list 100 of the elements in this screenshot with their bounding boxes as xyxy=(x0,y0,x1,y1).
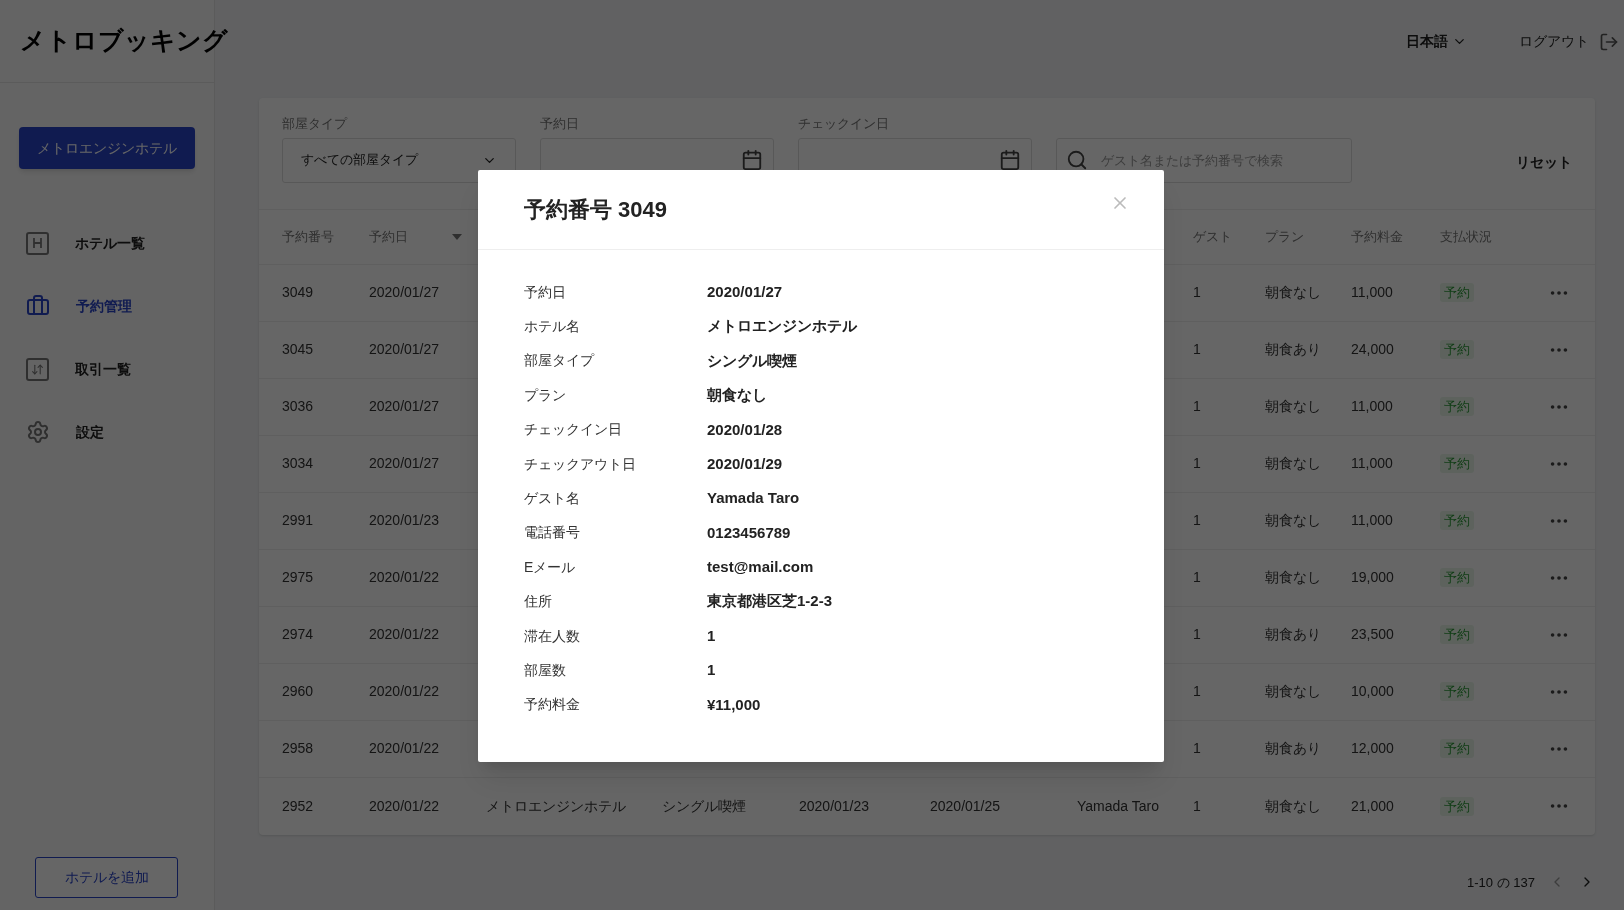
status-badge: 予約 xyxy=(1440,739,1474,758)
table-cell: 朝食なし xyxy=(1265,455,1321,471)
detail-label: 滞在人数 xyxy=(524,626,581,646)
table-cell: 12,000 xyxy=(1351,740,1394,756)
status-badge: 予約 xyxy=(1440,511,1474,530)
nav-item[interactable]: ホテル一覧 xyxy=(26,225,214,261)
table-cell: 朝食なし xyxy=(1265,797,1321,814)
hotel-selector-button[interactable]: メトロエンジンホテル xyxy=(19,127,195,169)
detail-value: 2020/01/27 xyxy=(707,281,783,302)
table-cell: 1 xyxy=(1193,683,1201,699)
detail-value: ¥11,000 xyxy=(707,694,761,715)
detail-value: 朝食なし xyxy=(707,385,767,406)
table-cell: 朝食あり xyxy=(1265,626,1321,642)
table-cell: 11,000 xyxy=(1351,512,1393,528)
table-cell: 11,000 xyxy=(1351,455,1393,471)
table-cell: 朝食なし xyxy=(1265,512,1321,528)
table-cell: 2020/01/27 xyxy=(369,284,440,300)
table-cell: 21,000 xyxy=(1351,797,1394,814)
table-cell: 24,000 xyxy=(1351,341,1394,357)
table-cell: メトロエンジンホテル xyxy=(486,797,626,814)
table-cell: 2974 xyxy=(282,626,314,642)
add-hotel-button[interactable]: ホテルを追加 xyxy=(35,857,178,898)
table-cell: 朝食なし xyxy=(1265,569,1321,585)
table-cell: 3049 xyxy=(282,284,314,300)
language-dropdown[interactable]: 日本語 xyxy=(1406,31,1467,52)
detail-value: 0123456789 xyxy=(707,522,791,543)
detail-value: 東京都港区芝1-2-3 xyxy=(707,591,833,612)
table-cell: 2020/01/22 xyxy=(369,569,440,585)
detail-label: プラン xyxy=(524,385,567,405)
table-cell: 1 xyxy=(1193,398,1201,414)
table-cell: 11,000 xyxy=(1351,284,1393,300)
detail-value: test@mail.com xyxy=(707,557,814,578)
table-cell: 朝食あり xyxy=(1265,341,1321,357)
table-cell: 19,000 xyxy=(1351,569,1394,585)
detail-label: ゲスト名 xyxy=(524,489,581,509)
detail-label: 予約料金 xyxy=(524,695,581,715)
status-badge: 予約 xyxy=(1440,568,1474,587)
table-cell: 2991 xyxy=(282,512,314,528)
table-cell: 朝食なし xyxy=(1265,284,1321,300)
detail-label: Eメール xyxy=(524,557,577,577)
dialog-title: 予約番号 3049 xyxy=(524,196,668,224)
calendar-icon[interactable] xyxy=(999,149,1021,171)
detail-value: 1 xyxy=(707,660,716,681)
table-cell: 2020/01/22 xyxy=(369,683,440,699)
hotel-icon xyxy=(26,231,49,255)
table-cell: 朝食なし xyxy=(1265,398,1321,414)
briefcase-icon xyxy=(26,294,50,318)
reset-button[interactable]: リセット xyxy=(1516,151,1572,173)
table-cell: 3045 xyxy=(282,341,314,357)
table-cell: 2960 xyxy=(282,683,314,699)
table-cell: 2020/01/25 xyxy=(930,797,1001,814)
status-badge: 予約 xyxy=(1440,796,1474,816)
table-cell: 3036 xyxy=(282,398,314,414)
logout-icon xyxy=(1599,31,1619,52)
table-cell: 1 xyxy=(1193,797,1201,814)
status-badge: 予約 xyxy=(1440,397,1474,416)
calendar-icon[interactable] xyxy=(741,149,763,171)
logo[interactable]: メトロブッキング xyxy=(20,22,228,60)
detail-value: 2020/01/29 xyxy=(707,453,783,474)
table-cell: 2020/01/22 xyxy=(369,740,440,756)
detail-label: 住所 xyxy=(524,592,553,612)
transfer-icon xyxy=(26,357,49,381)
table-cell: 11,000 xyxy=(1351,398,1393,414)
table-cell: 10,000 xyxy=(1351,683,1394,699)
nav-item[interactable]: 設定 xyxy=(26,414,214,450)
table-cell: 1 xyxy=(1193,512,1201,528)
settings-icon xyxy=(26,420,50,444)
nav-item[interactable]: 予約管理 xyxy=(26,288,214,324)
table-cell: シングル喫煙 xyxy=(662,797,746,814)
status-badge: 予約 xyxy=(1440,682,1474,701)
table-cell: 2020/01/27 xyxy=(369,341,440,357)
detail-label: 予約日 xyxy=(524,282,567,302)
status-badge: 予約 xyxy=(1440,454,1474,473)
search-icon xyxy=(1066,148,1088,171)
table-cell: 2020/01/27 xyxy=(369,398,440,414)
table-cell: 2958 xyxy=(282,740,314,756)
detail-label: 電話番号 xyxy=(524,523,581,543)
sort-caret-icon xyxy=(452,233,462,240)
detail-label: 部屋数 xyxy=(524,661,567,680)
table-cell: 2020/01/23 xyxy=(799,797,870,814)
status-badge: 予約 xyxy=(1440,283,1474,302)
table-cell: Yamada Taro xyxy=(1077,797,1159,814)
detail-value: シングル喫煙 xyxy=(707,350,797,371)
table-cell: 1 xyxy=(1193,455,1201,471)
nav-item[interactable]: 取引一覧 xyxy=(26,351,214,387)
detail-value: 2020/01/28 xyxy=(707,419,783,440)
table-cell: 1 xyxy=(1193,569,1201,585)
status-badge: 予約 xyxy=(1440,340,1474,359)
table-cell: 1 xyxy=(1193,626,1201,642)
logout-button[interactable]: ログアウト xyxy=(1519,31,1619,52)
table-cell: 2975 xyxy=(282,569,314,585)
table-cell: 23,500 xyxy=(1351,626,1394,642)
detail-label: チェックアウト日 xyxy=(524,454,637,474)
table-cell: 2020/01/22 xyxy=(369,797,440,814)
table-cell: 3034 xyxy=(282,455,314,471)
pagination-range: 1-10 の 137 xyxy=(1467,873,1535,892)
detail-label: 部屋タイプ xyxy=(524,351,596,371)
table-cell: 朝食あり xyxy=(1265,740,1321,756)
detail-value: 1 xyxy=(707,625,716,646)
table-cell: 2020/01/23 xyxy=(369,512,440,528)
